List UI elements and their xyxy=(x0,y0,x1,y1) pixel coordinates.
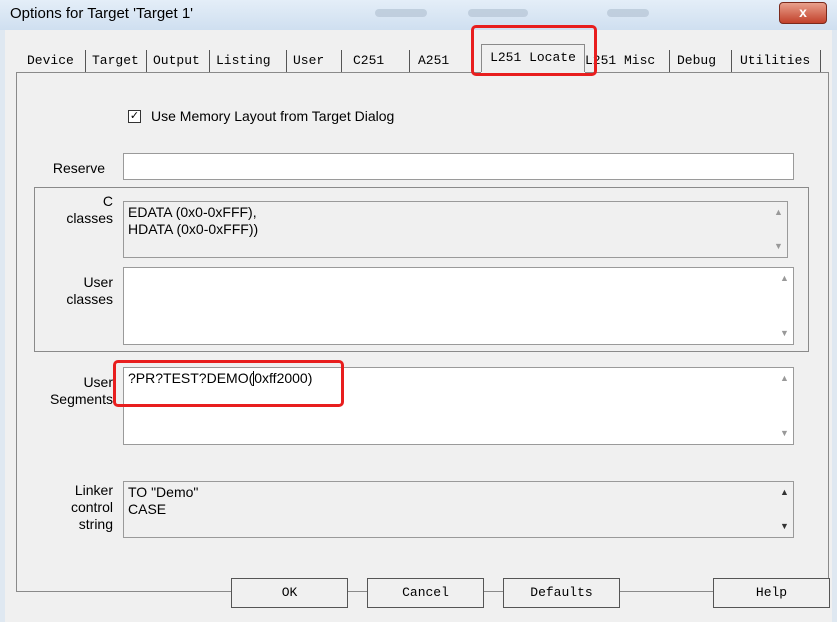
defaults-button[interactable]: Defaults xyxy=(503,578,620,608)
c-classes-field[interactable]: EDATA (0x0-0xFFF), HDATA (0x0-0xFFF)) ▲ … xyxy=(123,201,788,258)
panel-border xyxy=(585,72,829,73)
tab-target[interactable]: Target xyxy=(92,50,139,72)
ok-button[interactable]: OK xyxy=(231,578,348,608)
check-icon: ✓ xyxy=(129,110,140,122)
user-classes-scrollbar[interactable]: ▲ ▼ xyxy=(777,269,792,343)
linker-control-label: Linker control string xyxy=(70,482,113,532)
use-memory-layout-checkbox[interactable]: ✓ xyxy=(128,110,141,123)
title-bar: Options for Target 'Target 1' x xyxy=(0,0,837,30)
linker-control-field[interactable]: TO "Demo" CASE ▲ ▼ xyxy=(123,481,794,538)
tab-output[interactable]: Output xyxy=(153,50,200,72)
close-button[interactable]: x xyxy=(779,2,827,24)
window-title: Options for Target 'Target 1' xyxy=(10,5,194,22)
tab-separator xyxy=(85,50,86,72)
tab-utilities[interactable]: Utilities xyxy=(740,50,810,72)
options-dialog: Device Target Output Listing User C251 A… xyxy=(5,25,832,622)
tab-debug[interactable]: Debug xyxy=(677,50,716,72)
user-classes-label: User classes xyxy=(66,274,113,307)
use-memory-layout-label: Use Memory Layout from Target Dialog xyxy=(151,108,395,124)
user-segments-label: User Segments xyxy=(49,374,113,407)
arrow-up-icon[interactable]: ▲ xyxy=(777,271,792,286)
arrow-up-icon[interactable]: ▲ xyxy=(771,205,786,220)
tab-separator xyxy=(669,50,670,72)
blurred-title-fragment xyxy=(375,9,427,17)
tab-separator xyxy=(341,50,342,72)
arrow-up-icon[interactable]: ▲ xyxy=(777,371,792,386)
close-icon: x xyxy=(799,4,807,20)
arrow-down-icon[interactable]: ▼ xyxy=(777,426,792,441)
tab-device[interactable]: Device xyxy=(27,50,74,72)
arrow-down-icon[interactable]: ▼ xyxy=(771,239,786,254)
tab-separator xyxy=(820,50,821,72)
help-button[interactable]: Help xyxy=(713,578,830,608)
tab-separator xyxy=(146,50,147,72)
blurred-title-fragment xyxy=(468,9,528,17)
c-classes-label: C classes xyxy=(66,193,113,226)
highlight-segments-box xyxy=(113,360,344,407)
reserve-input[interactable] xyxy=(123,153,794,180)
tab-separator xyxy=(286,50,287,72)
arrow-down-icon[interactable]: ▼ xyxy=(777,326,792,341)
c-classes-scrollbar[interactable]: ▲ ▼ xyxy=(771,203,786,256)
arrow-down-icon[interactable]: ▼ xyxy=(777,519,792,534)
linker-control-scrollbar[interactable]: ▲ ▼ xyxy=(777,483,792,536)
reserve-label: Reserve xyxy=(52,160,105,176)
tab-separator xyxy=(409,50,410,72)
highlight-tab-box xyxy=(471,25,597,76)
user-segments-scrollbar[interactable]: ▲ ▼ xyxy=(777,369,792,443)
tab-c251[interactable]: C251 xyxy=(353,50,384,72)
tab-listing[interactable]: Listing xyxy=(216,50,271,72)
panel-border xyxy=(16,72,481,73)
blurred-title-fragment xyxy=(607,9,649,17)
tab-a251[interactable]: A251 xyxy=(418,50,449,72)
arrow-up-icon[interactable]: ▲ xyxy=(777,485,792,500)
user-classes-input[interactable]: ▲ ▼ xyxy=(123,267,794,345)
cancel-button[interactable]: Cancel xyxy=(367,578,484,608)
tab-user[interactable]: User xyxy=(293,50,324,72)
tab-separator xyxy=(731,50,732,72)
tab-separator xyxy=(209,50,210,72)
